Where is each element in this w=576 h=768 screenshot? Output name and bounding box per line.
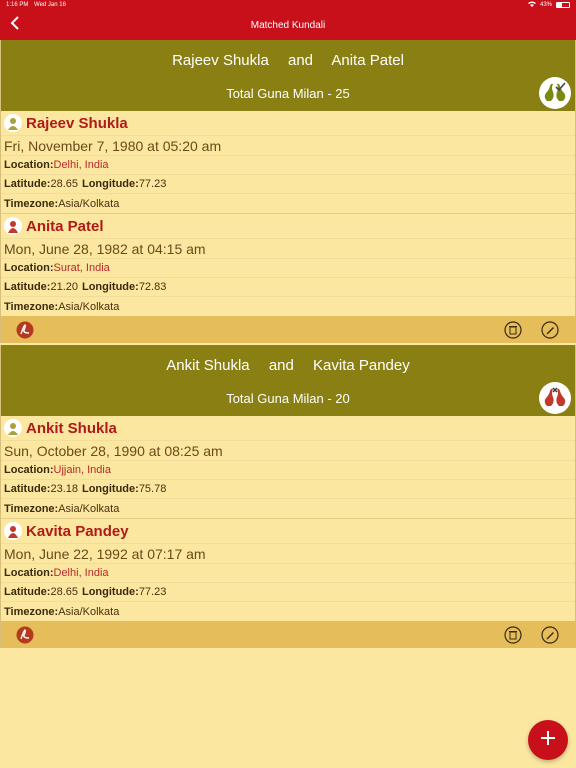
male-avatar-icon (4, 419, 22, 437)
back-button[interactable] (4, 13, 26, 37)
match-card[interactable]: Ankit Shukla and Kavita Pandey Total Gun… (0, 345, 576, 648)
latitude-value: 21.20 (50, 281, 78, 293)
longitude-value: 77.23 (138, 178, 167, 190)
girl-name: Kavita Pandey (313, 357, 410, 374)
pdf-icon[interactable] (15, 320, 34, 339)
location-row: Location: Delhi, India (1, 156, 575, 175)
location-value: Delhi, India (53, 567, 109, 579)
swans-check-icon (539, 77, 571, 109)
person-name: Kavita Pandey (26, 522, 129, 540)
longitude-label: Longitude: (81, 586, 139, 598)
card-actions (1, 621, 575, 648)
boy-name: Rajeev Shukla (172, 52, 269, 69)
location-row: Location: Ujjain, India (1, 461, 575, 480)
trash-icon[interactable] (503, 625, 522, 644)
match-header: Rajeev Shukla and Anita Patel Total Guna… (1, 40, 575, 111)
location-value: Surat, India (53, 262, 110, 274)
match-list: Rajeev Shukla and Anita Patel Total Guna… (0, 40, 576, 648)
page-title: Matched Kundali (250, 19, 326, 31)
longitude-label: Longitude: (81, 178, 139, 190)
girl-name: Anita Patel (331, 52, 404, 69)
pair-names: Ankit Shukla and Kavita Pandey (1, 357, 575, 374)
longitude-label: Longitude: (81, 281, 139, 293)
timezone-label: Timezone: (4, 300, 59, 313)
timezone-row: Timezone: Asia/Kolkata (1, 602, 575, 621)
battery-icon (556, 2, 570, 8)
timezone-row: Timezone: Asia/Kolkata (1, 499, 575, 518)
timezone-row: Timezone: Asia/Kolkata (1, 297, 575, 316)
birth-datetime: Fri, November 7, 1980 at 05:20 am (1, 136, 575, 156)
battery-percent: 43% (539, 2, 552, 8)
status-time: 1:16 PM (6, 2, 29, 8)
timezone-label: Timezone: (4, 197, 59, 210)
pencil-icon[interactable] (540, 320, 559, 339)
birth-datetime: Mon, June 28, 1982 at 04:15 am (1, 239, 575, 259)
longitude-value: 77.23 (138, 586, 167, 598)
longitude-value: 72.83 (138, 281, 167, 293)
person-name: Ankit Shukla (26, 419, 117, 437)
longitude-label: Longitude: (81, 483, 139, 495)
female-avatar-icon (4, 217, 22, 235)
nav-bar: Matched Kundali (0, 10, 576, 40)
chevron-left-icon (10, 15, 20, 35)
person-details-boy: Ankit Shukla Sun, October 28, 1990 at 08… (1, 416, 575, 519)
card-actions (1, 316, 575, 343)
location-row: Location: Delhi, India (1, 564, 575, 583)
timezone-value: Asia/Kolkata (58, 197, 120, 210)
guna-total: Total Guna Milan - 20 (226, 391, 350, 406)
latitude-value: 28.65 (50, 178, 78, 190)
person-details-girl: Kavita Pandey Mon, June 22, 1992 at 07:1… (1, 519, 575, 621)
match-card[interactable]: Rajeev Shukla and Anita Patel Total Guna… (0, 40, 576, 343)
location-label: Location: (4, 262, 54, 274)
coordinates-row: Latitude: 28.65 Longitude: 77.23 (1, 583, 575, 602)
timezone-value: Asia/Kolkata (58, 502, 120, 515)
timezone-value: Asia/Kolkata (58, 605, 120, 618)
location-value: Delhi, India (53, 159, 109, 171)
latitude-label: Latitude: (4, 586, 51, 598)
pair-names: Rajeev Shukla and Anita Patel (1, 52, 575, 69)
male-avatar-icon (4, 114, 22, 132)
location-value: Ujjain, India (53, 464, 111, 476)
timezone-row: Timezone: Asia/Kolkata (1, 194, 575, 213)
latitude-label: Latitude: (4, 483, 51, 495)
person-name: Rajeev Shukla (26, 114, 128, 132)
birth-datetime: Mon, June 22, 1992 at 07:17 am (1, 544, 575, 564)
plus-icon (540, 730, 556, 751)
longitude-value: 75.78 (138, 483, 167, 495)
guna-total: Total Guna Milan - 25 (226, 86, 350, 101)
and-text: and (287, 52, 314, 69)
location-label: Location: (4, 464, 54, 476)
coordinates-row: Latitude: 23.18 Longitude: 75.78 (1, 480, 575, 499)
and-text: and (268, 357, 294, 374)
add-match-button[interactable] (528, 720, 568, 760)
person-details-boy: Rajeev Shukla Fri, November 7, 1980 at 0… (1, 111, 575, 214)
swans-cross-icon (539, 382, 571, 414)
match-header: Ankit Shukla and Kavita Pandey Total Gun… (1, 345, 575, 416)
coordinates-row: Latitude: 21.20 Longitude: 72.83 (1, 278, 575, 297)
birth-datetime: Sun, October 28, 1990 at 08:25 am (1, 441, 575, 461)
person-name: Anita Patel (26, 217, 104, 235)
latitude-value: 23.18 (50, 483, 78, 495)
status-bar: 1:16 PM Wed Jan 16 43% (0, 0, 576, 10)
boy-name: Ankit Shukla (166, 357, 250, 374)
wifi-icon (527, 1, 536, 9)
timezone-value: Asia/Kolkata (58, 300, 120, 313)
trash-icon[interactable] (503, 320, 522, 339)
latitude-label: Latitude: (4, 178, 51, 190)
timezone-label: Timezone: (4, 605, 59, 618)
timezone-label: Timezone: (4, 502, 59, 515)
person-details-girl: Anita Patel Mon, June 28, 1982 at 04:15 … (1, 214, 575, 316)
latitude-label: Latitude: (4, 281, 51, 293)
coordinates-row: Latitude: 28.65 Longitude: 77.23 (1, 175, 575, 194)
pdf-icon[interactable] (15, 625, 34, 644)
location-row: Location: Surat, India (1, 259, 575, 278)
pencil-icon[interactable] (540, 625, 559, 644)
location-label: Location: (4, 159, 54, 171)
location-label: Location: (4, 567, 54, 579)
status-date: Wed Jan 16 (34, 2, 66, 8)
female-avatar-icon (4, 522, 22, 540)
latitude-value: 28.65 (50, 586, 78, 598)
